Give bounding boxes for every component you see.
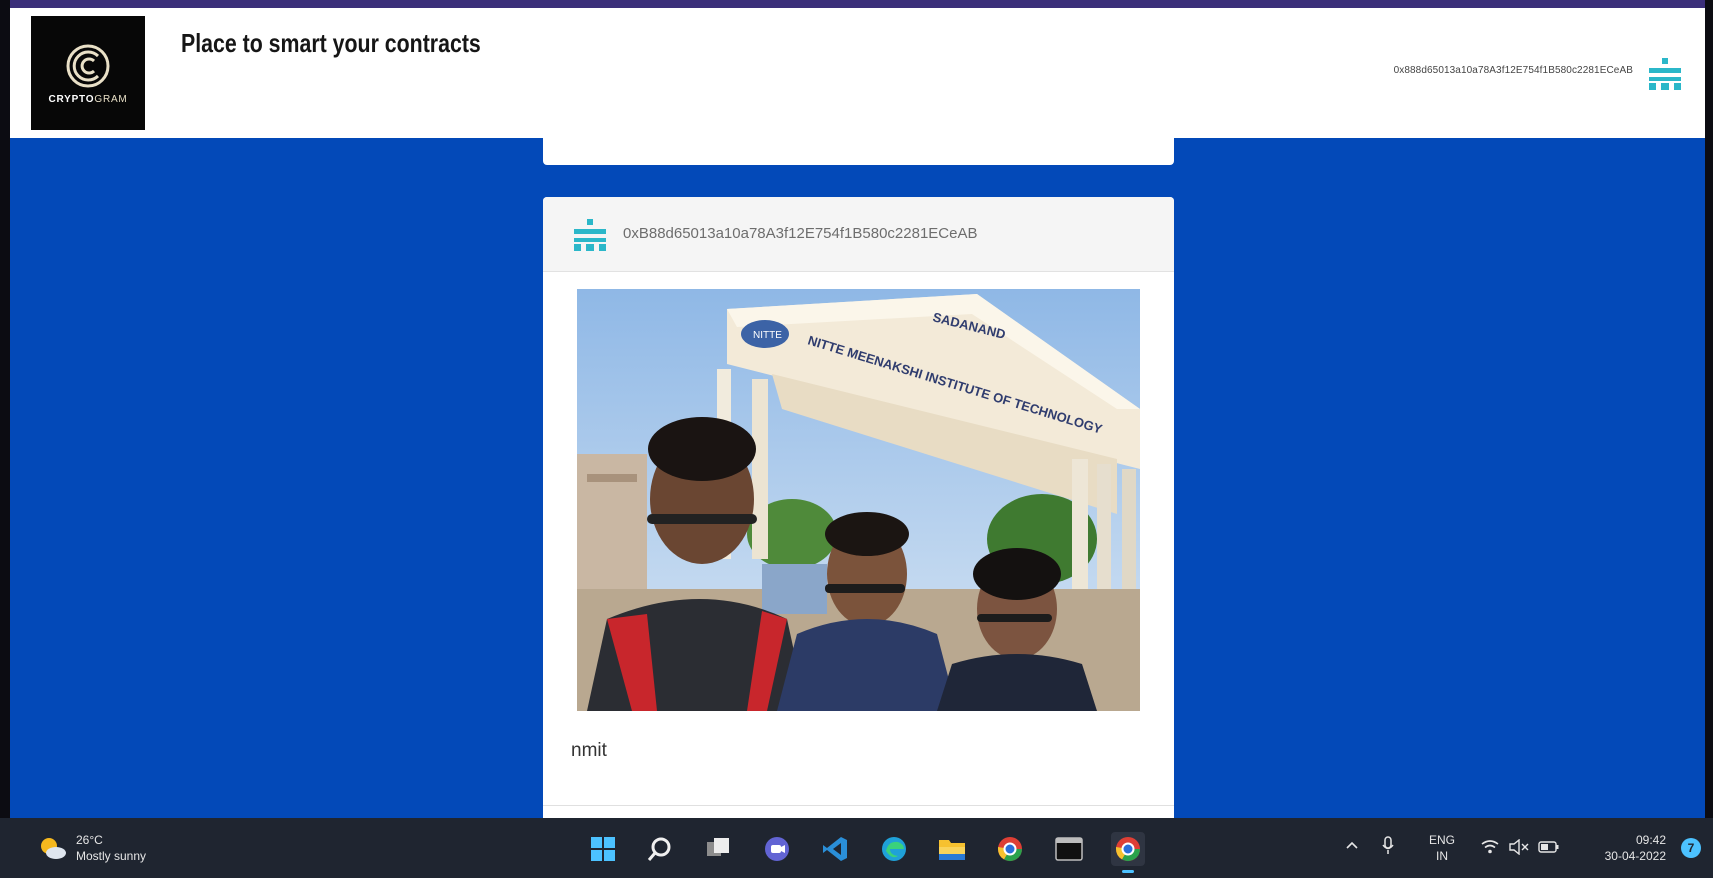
browser-viewport: CRYPTOGRAM Place to smart your contracts… <box>10 0 1705 818</box>
os-taskbar: 26°C Mostly sunny ENG IN 09:42 30-04-202… <box>0 818 1713 878</box>
post-image[interactable]: NITTE SADANAND NITTE MEENAKSHI INSTITUTE… <box>577 289 1140 711</box>
chrome-icon[interactable] <box>993 832 1027 866</box>
region-code: IN <box>1436 849 1448 863</box>
microphone-icon[interactable] <box>1381 836 1395 856</box>
active-app-indicator <box>1122 870 1134 873</box>
search-icon[interactable] <box>643 832 677 866</box>
identicon-icon[interactable] <box>1647 56 1683 92</box>
start-icon[interactable] <box>586 832 620 866</box>
file-explorer-icon[interactable] <box>935 832 969 866</box>
app-navbar: CRYPTOGRAM Place to smart your contracts… <box>10 8 1705 138</box>
post-card: 0xB88d65013a10a78A3f12E754f1B580c2281ECe… <box>543 197 1174 818</box>
edge-icon[interactable] <box>877 832 911 866</box>
desktop-screen: CRYPTOGRAM Place to smart your contracts… <box>0 0 1713 878</box>
weather-sunny-icon <box>41 838 66 859</box>
clock[interactable]: 09:42 30-04-2022 <box>1580 832 1666 864</box>
weather-widget[interactable]: 26°C Mostly sunny <box>38 832 146 864</box>
chevron-up-icon[interactable] <box>1345 840 1359 850</box>
battery-icon[interactable] <box>1538 840 1560 854</box>
post-header: 0xB88d65013a10a78A3f12E754f1B580c2281ECe… <box>543 197 1174 272</box>
vscode-icon[interactable] <box>818 832 852 866</box>
clock-time: 09:42 <box>1635 833 1666 847</box>
language-indicator[interactable]: ENG IN <box>1424 832 1460 864</box>
weather-temp: 26°C <box>76 833 103 847</box>
sign-nitte: NITTE <box>753 330 782 341</box>
post-author-address: 0xB88d65013a10a78A3f12E754f1B580c2281ECe… <box>623 225 978 242</box>
language-code: ENG <box>1428 833 1455 847</box>
wifi-icon[interactable] <box>1480 839 1500 855</box>
terminal-icon[interactable] <box>1052 832 1086 866</box>
task-view-icon[interactable] <box>701 832 735 866</box>
notification-badge[interactable]: 7 <box>1681 838 1701 858</box>
logo-mark-icon <box>66 44 110 87</box>
clock-date: 30-04-2022 <box>1604 849 1666 863</box>
chrome-active-icon[interactable] <box>1111 832 1145 873</box>
page-title: Place to smart your contracts <box>181 28 481 58</box>
identicon-icon[interactable] <box>572 217 608 253</box>
selfie-photo: NITTE SADANAND NITTE MEENAKSHI INSTITUTE… <box>577 289 1140 711</box>
app-logo[interactable]: CRYPTOGRAM <box>31 16 145 130</box>
top-accent-strip <box>10 0 1705 8</box>
post-footer-divider <box>543 805 1174 806</box>
post-caption: nmit <box>571 740 607 761</box>
logo-text: CRYPTOGRAM <box>48 93 128 105</box>
account-address: 0x888d65013a10a78A3f12E754f1B580c2281ECe… <box>1393 65 1633 76</box>
volume-muted-icon[interactable] <box>1508 839 1530 855</box>
weather-desc: Mostly sunny <box>76 849 147 863</box>
teams-chat-icon[interactable] <box>760 832 794 866</box>
